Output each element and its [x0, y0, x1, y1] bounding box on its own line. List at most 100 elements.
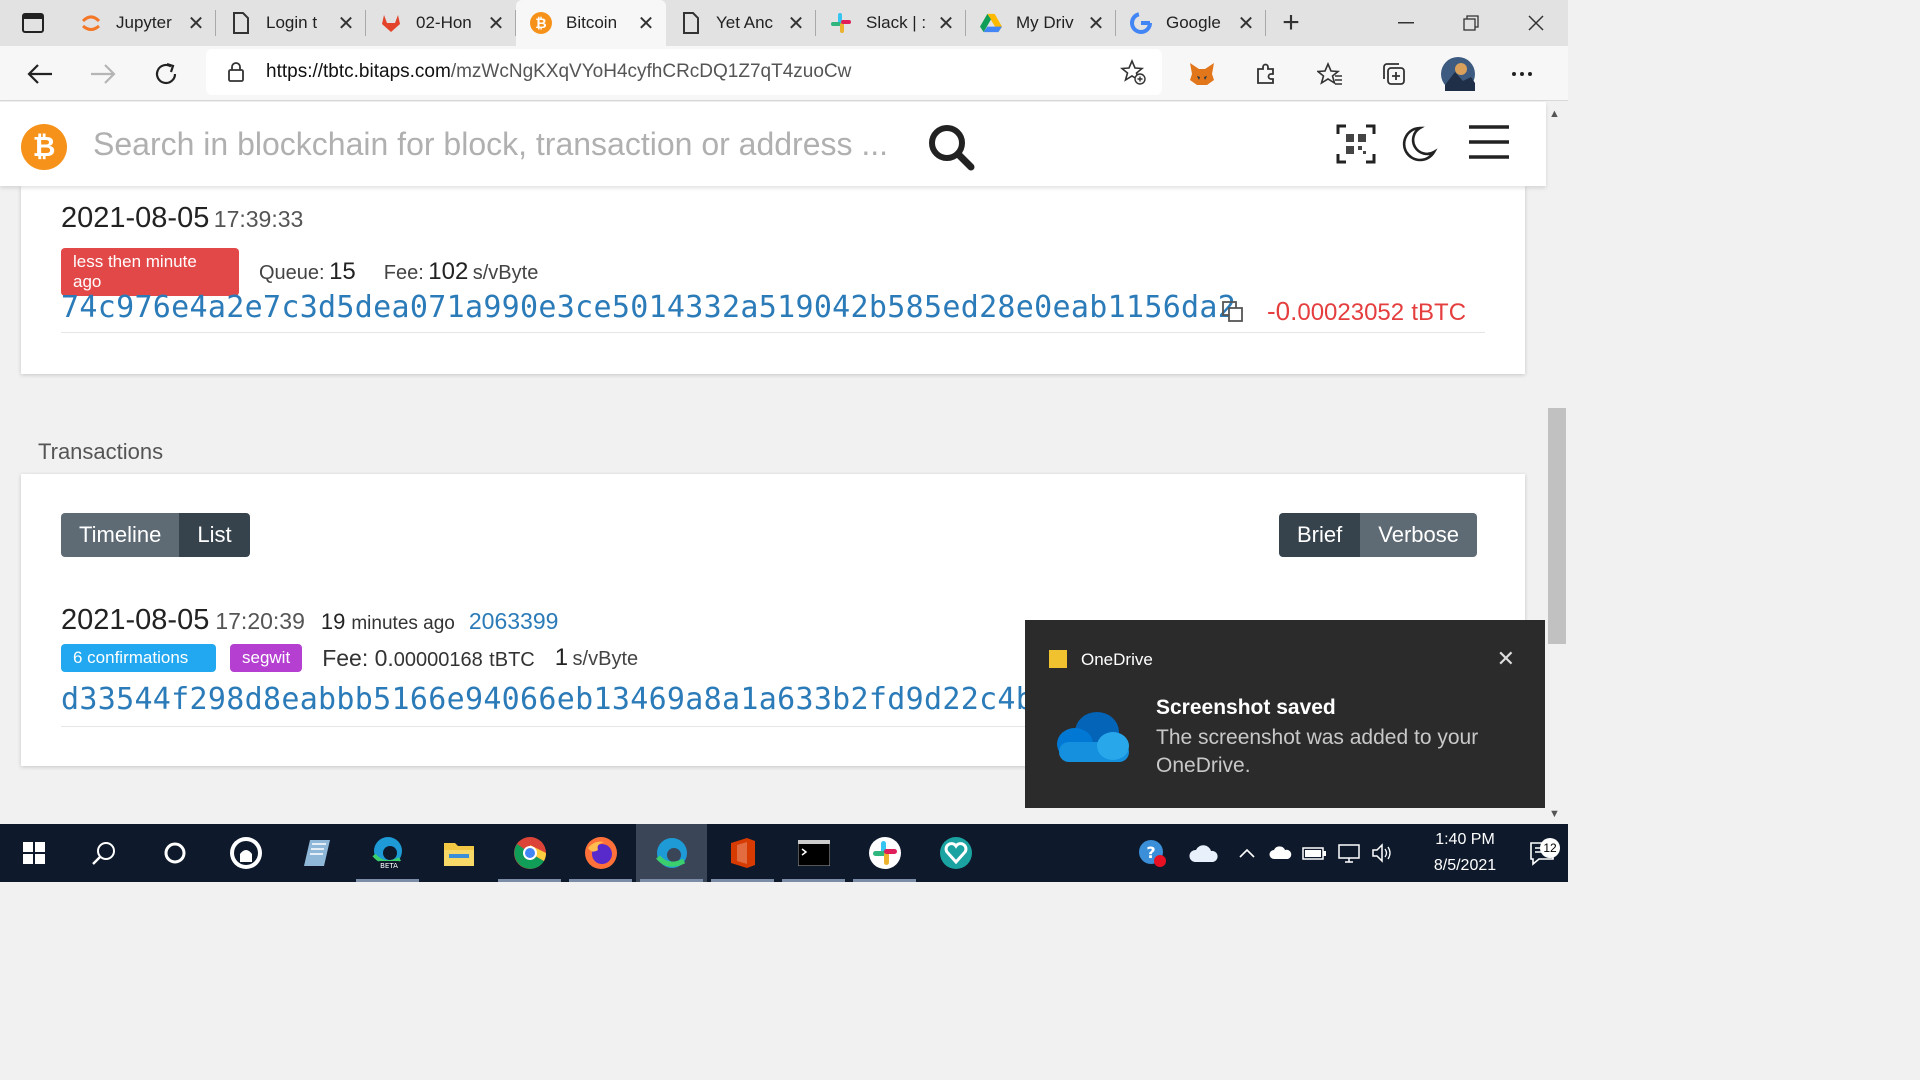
cortana-button[interactable] — [139, 824, 210, 882]
close-window-button[interactable] — [1503, 0, 1568, 46]
address-bar[interactable]: https://tbtc.bitaps.com/mzWcNgKXqVYoH4cy… — [206, 49, 1162, 95]
browser-toolbar: https://tbtc.bitaps.com/mzWcNgKXqVYoH4cy… — [0, 46, 1568, 101]
onedrive-cloud-icon — [1051, 708, 1133, 769]
tab-google[interactable]: Google ✕ — [1116, 0, 1266, 46]
list-view-button[interactable]: List — [179, 513, 250, 557]
taskbar-app-office[interactable] — [707, 824, 778, 882]
taskbar-file-explorer[interactable] — [423, 824, 494, 882]
fee-label: Fee: — [383, 262, 424, 284]
fee-value: 102 — [428, 258, 469, 285]
queue-value: 15 — [329, 258, 356, 285]
close-tab-icon[interactable]: ✕ — [336, 11, 356, 36]
close-tab-icon[interactable]: ✕ — [786, 11, 806, 36]
battery-icon — [1302, 847, 1326, 860]
battery-tray-icon[interactable] — [1298, 845, 1332, 861]
taskbar-app-edge-beta[interactable]: BETA — [352, 824, 423, 882]
back-button[interactable] — [8, 46, 71, 101]
close-tab-icon[interactable]: ✕ — [186, 11, 206, 36]
metamask-extension-button[interactable] — [1170, 62, 1234, 86]
back-arrow-icon — [26, 63, 52, 84]
action-center-button[interactable]: 12 — [1516, 838, 1568, 866]
network-tray-icon[interactable] — [1332, 843, 1366, 863]
tab-yet-another[interactable]: Yet Anc ✕ — [666, 0, 816, 46]
transactions-section-title: Transactions — [38, 439, 164, 464]
toast-close-button[interactable]: ✕ — [1497, 646, 1515, 672]
dark-mode-toggle[interactable] — [1398, 124, 1438, 169]
fee-label: Fee: — [322, 644, 369, 671]
fee-rate: 1 s/vByte — [555, 644, 638, 672]
brief-button[interactable]: Brief — [1279, 513, 1361, 557]
volume-tray-icon[interactable] — [1366, 843, 1400, 863]
tx-hash-link[interactable]: d33544f298d8eabbb5166e94066eb13469a8a1a6… — [61, 682, 1053, 717]
forward-button[interactable] — [71, 46, 134, 101]
blockchain-search-input[interactable]: Search in blockchain for block, transact… — [93, 126, 888, 163]
hamburger-menu-button[interactable] — [1467, 124, 1511, 165]
taskbar-app-teal[interactable] — [920, 824, 991, 882]
edge-icon — [655, 838, 687, 868]
heart-app-icon — [939, 837, 972, 869]
taskbar-app-terminal[interactable] — [778, 824, 849, 882]
slack-icon — [830, 12, 852, 34]
tx-age-number: 19 — [320, 609, 346, 634]
tx-hash-link[interactable]: 74c976e4a2e7c3d5dea071a990e3ce5014332a51… — [61, 290, 1236, 325]
settings-more-button[interactable] — [1490, 71, 1554, 77]
tab-gitlab[interactable]: 02-Hon ✕ — [366, 0, 516, 46]
restore-button[interactable] — [1438, 0, 1503, 46]
minimize-button[interactable] — [1373, 0, 1438, 46]
close-tab-icon[interactable]: ✕ — [1236, 11, 1256, 36]
detail-mode-toggle: Brief Verbose — [1279, 513, 1477, 557]
tab-actions-icon — [22, 13, 44, 33]
extensions-button[interactable] — [1234, 62, 1298, 86]
close-tab-icon[interactable]: ✕ — [486, 11, 506, 36]
block-height-link[interactable]: 2063399 — [469, 608, 559, 635]
add-favorite-button[interactable] — [1104, 59, 1162, 85]
metamask-fox-icon — [1190, 62, 1214, 85]
start-button[interactable] — [0, 824, 68, 882]
onedrive-cloud-icon — [1189, 845, 1218, 862]
scroll-up-arrow[interactable]: ▲ — [1549, 108, 1560, 120]
new-tab-button[interactable]: + — [1266, 6, 1316, 40]
scroll-down-arrow[interactable]: ▼ — [1549, 808, 1560, 820]
tab-slack[interactable]: Slack | : ✕ — [816, 0, 966, 46]
cloud-icon — [1269, 846, 1292, 859]
verbose-button[interactable]: Verbose — [1360, 513, 1477, 557]
tab-jupyter[interactable]: Jupyter ✕ — [66, 0, 216, 46]
taskbar-app-firefox[interactable] — [565, 824, 636, 882]
taskbar-app-slack[interactable] — [849, 824, 920, 882]
favorites-button[interactable] — [1298, 61, 1362, 86]
taskbar-app-github[interactable] — [210, 824, 281, 882]
close-tab-icon[interactable]: ✕ — [936, 11, 956, 36]
tab-title: Slack | : — [866, 13, 927, 32]
taskbar-app-notes[interactable] — [281, 824, 352, 882]
timeline-view-button[interactable]: Timeline — [61, 513, 180, 557]
refresh-button[interactable] — [134, 46, 197, 101]
show-hidden-icons-button[interactable] — [1230, 848, 1264, 858]
page-icon — [230, 12, 252, 34]
tab-drive[interactable]: My Driv ✕ — [966, 0, 1116, 46]
onedrive-notification-toast[interactable]: OneDrive ✕ Screenshot saved The screensh… — [1025, 620, 1545, 808]
taskbar-search-button[interactable] — [68, 824, 139, 882]
url-text[interactable]: https://tbtc.bitaps.com/mzWcNgKXqVYoH4cy… — [266, 61, 1104, 83]
close-tab-icon[interactable]: ✕ — [1086, 11, 1106, 36]
search-button[interactable] — [926, 122, 976, 177]
onedrive-tray-button[interactable] — [1178, 843, 1230, 863]
collections-button[interactable] — [1362, 62, 1426, 86]
close-tab-icon[interactable]: ✕ — [636, 11, 656, 36]
page-scrollbar-thumb[interactable] — [1548, 408, 1566, 644]
profile-avatar[interactable] — [1426, 56, 1490, 91]
confirmations-badge: 6 confirmations — [61, 644, 216, 672]
lock-icon[interactable] — [206, 62, 266, 82]
tab-actions-button[interactable] — [0, 0, 66, 46]
tab-login[interactable]: Login t ✕ — [216, 0, 366, 46]
bitaps-logo[interactable]: ₿ — [21, 124, 67, 170]
help-icon: ? — [1139, 840, 1166, 867]
forward-arrow-icon — [90, 63, 116, 84]
cloud-tray-icon[interactable] — [1264, 846, 1298, 860]
copy-hash-button[interactable] — [1221, 300, 1245, 329]
tab-bitcoin[interactable]: ₿ Bitcoin ✕ — [516, 0, 666, 46]
help-tray-button[interactable]: ? — [1126, 838, 1178, 868]
taskbar-app-chrome[interactable] — [494, 824, 565, 882]
qr-scan-button[interactable] — [1336, 124, 1376, 169]
system-clock[interactable]: 1:40 PM 8/5/2021 — [1420, 827, 1510, 879]
taskbar-app-edge[interactable] — [636, 824, 707, 882]
